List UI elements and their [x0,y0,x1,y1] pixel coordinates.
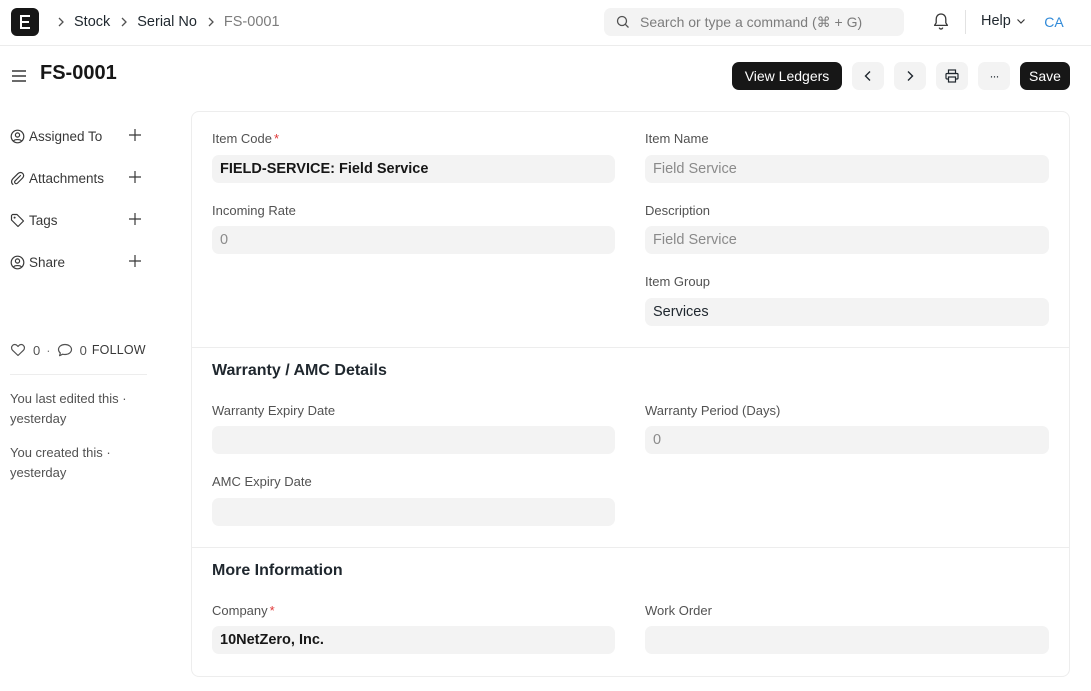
assign-icon [10,129,25,143]
warranty-period-field: 0 [645,426,1049,454]
add-attachment-icon[interactable] [128,170,142,184]
warranty-expiry-label: Warranty Expiry Date [212,403,336,418]
required-mark: * [269,603,275,618]
hamburger-icon [12,70,26,82]
sidebar-share-label: Share [29,254,66,270]
incoming-rate-field: 0 [212,226,615,254]
sidebar-attachments[interactable]: Attachments [10,168,142,188]
warranty-section-title[interactable]: Warranty / AMC Details [212,362,387,380]
print-button[interactable] [936,62,968,90]
form-card [191,111,1070,677]
comment-icon[interactable] [57,343,73,357]
item-code-label: Item Code * [212,131,280,146]
sidebar-attachments-label: Attachments [29,170,105,186]
add-tag-icon[interactable] [128,212,142,226]
page-title: FS-0001 [40,62,117,84]
item-group-field[interactable]: Services [645,298,1049,326]
section-divider [192,547,1069,548]
bell-icon [933,13,949,30]
description-label: Description [645,203,711,218]
navbar: Stock Serial No FS-0001 Help CA [0,0,1091,46]
heart-icon[interactable] [10,343,26,357]
amc-expiry-field[interactable] [212,498,615,526]
notifications-button[interactable] [932,12,950,36]
breadcrumb: Stock Serial No FS-0001 [52,0,280,44]
separator-dot: · [46,342,51,358]
breadcrumb-stock[interactable]: Stock [74,14,110,30]
search-input[interactable] [640,8,895,36]
chevron-down-icon [1016,19,1025,24]
erp-logo-icon [20,15,30,29]
like-count: 0 [33,342,41,358]
more-info-section-title[interactable]: More Information [212,562,343,580]
last-edited-text: You last edited this · yesterday [10,391,127,426]
sidebar-assigned-to-label: Assigned To [29,128,103,144]
app-logo[interactable] [11,8,39,36]
amc-expiry-label: AMC Expiry Date [212,474,312,489]
company-field[interactable]: 10NetZero, Inc. [212,626,615,654]
chevron-right-icon [120,17,128,27]
chevron-right-icon [57,17,65,27]
breadcrumb-serial-no[interactable]: Serial No [137,14,197,30]
sidebar-tags[interactable]: Tags [10,210,142,230]
breadcrumb-current: FS-0001 [223,14,280,30]
company-label: Company * [212,603,275,618]
comment-count: 0 [79,342,87,358]
navbar-divider [965,10,966,34]
tag-icon [10,213,25,227]
item-name-field: Field Service [645,155,1049,183]
help-label: Help [981,13,1011,29]
sidebar-assigned-to[interactable]: Assigned To [10,126,142,146]
sidebar-share[interactable]: Share [10,252,142,272]
work-order-label: Work Order [645,603,712,618]
sidebar-toggle-button[interactable] [11,68,27,89]
user-avatar[interactable]: CA [1040,9,1068,35]
printer-icon [945,69,959,83]
add-share-icon[interactable] [128,254,142,268]
item-name-label: Item Name [645,131,709,146]
follow-button[interactable]: FOLLOW [92,343,146,357]
work-order-field[interactable] [645,626,1049,654]
description-field: Field Service [645,226,1049,254]
sidebar-tags-label: Tags [29,212,58,228]
social-row: 0 · 0 FOLLOW [10,342,146,358]
search-icon [616,15,629,28]
search-bar[interactable] [604,8,904,36]
previous-doc-button[interactable] [852,62,884,90]
save-button[interactable]: Save [1020,62,1070,90]
chevron-left-icon [864,71,871,81]
created-text: You created this · yesterday [10,445,111,480]
add-assignee-icon[interactable] [128,128,142,142]
incoming-rate-label: Incoming Rate [212,203,296,218]
share-icon [10,255,25,269]
item-code-field[interactable]: FIELD-SERVICE: Field Service [212,155,615,183]
view-ledgers-button[interactable]: View Ledgers [732,62,842,90]
chevron-right-icon [907,71,914,81]
required-mark: * [273,131,280,146]
paperclip-icon [11,171,25,185]
next-doc-button[interactable] [894,62,926,90]
help-dropdown[interactable]: Help [981,13,1026,29]
sidebar-divider [10,374,147,375]
section-divider [192,347,1069,348]
warranty-expiry-field[interactable] [212,426,615,454]
chevron-right-icon [207,17,215,27]
more-actions-button[interactable]: ··· [978,62,1010,90]
item-group-label: Item Group [645,274,711,289]
warranty-period-label: Warranty Period (Days) [645,403,781,418]
